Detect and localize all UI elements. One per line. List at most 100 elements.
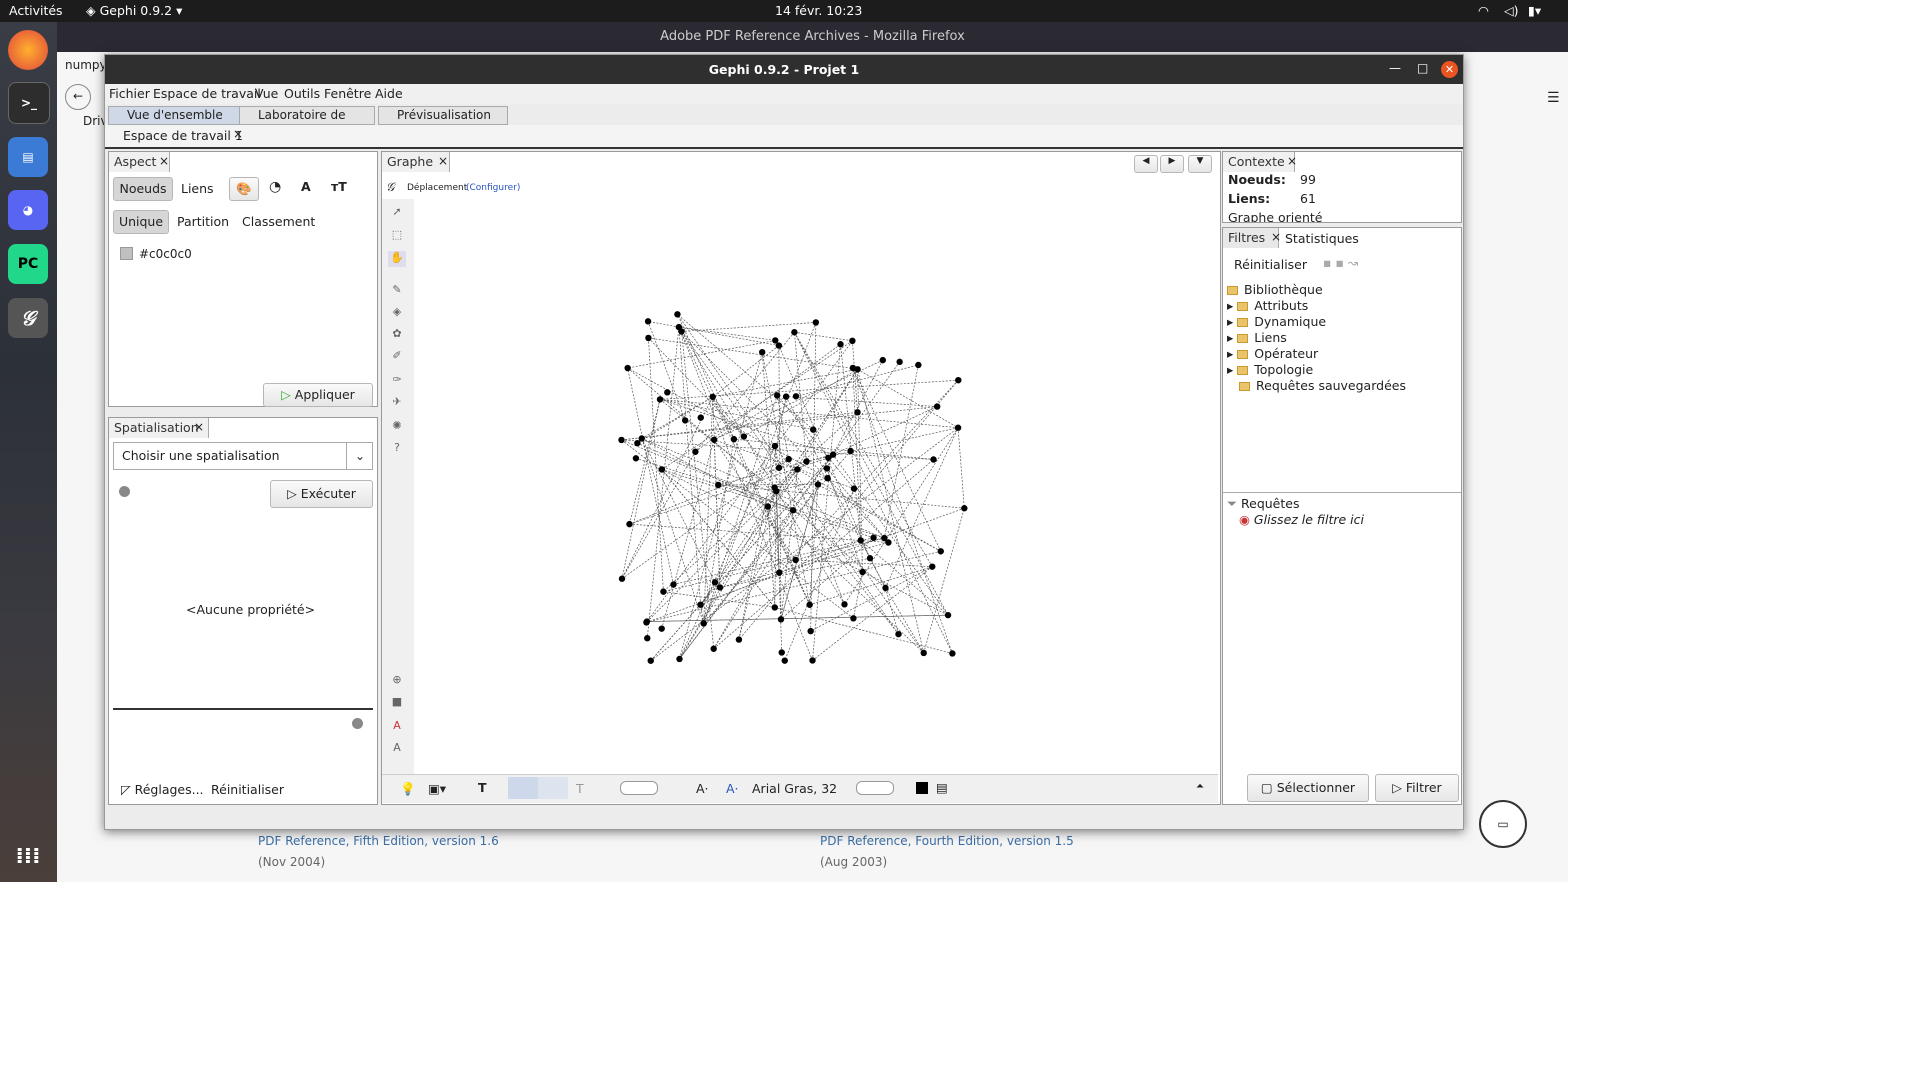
close-aspect-icon[interactable]: × <box>159 154 169 168</box>
graph-node[interactable] <box>837 341 844 348</box>
label-size-icon[interactable]: тT <box>331 179 347 194</box>
pencil-icon[interactable]: ✐ <box>388 349 406 365</box>
help-pointer-icon[interactable]: ? <box>388 441 406 457</box>
expand-icon[interactable]: ⏶ <box>1196 781 1204 792</box>
graph-node[interactable] <box>675 323 683 331</box>
plane-icon[interactable]: ✈ <box>388 395 406 411</box>
graph-node[interactable] <box>954 424 962 431</box>
graph-node[interactable] <box>711 579 719 586</box>
unique-tab[interactable]: Unique <box>113 210 169 234</box>
graph-node[interactable] <box>857 537 864 544</box>
graph-node[interactable] <box>933 403 941 410</box>
volume-icon[interactable]: ◁) <box>1504 3 1519 18</box>
graph-node[interactable] <box>915 361 922 369</box>
background-icon[interactable]: ■ <box>388 695 406 711</box>
graph-node[interactable] <box>961 505 968 512</box>
font-size-icon[interactable]: A <box>388 741 406 757</box>
graph-node[interactable] <box>658 625 665 632</box>
graph-node[interactable] <box>670 581 677 588</box>
label-color-icon[interactable]: A <box>301 179 311 194</box>
nav-right-icon[interactable]: ▶ <box>1160 155 1184 173</box>
graph-node[interactable] <box>896 358 903 366</box>
label-toggle[interactable] <box>620 781 658 795</box>
filter-button[interactable]: ▷ Filtrer <box>1375 774 1459 802</box>
graph-node[interactable] <box>850 485 858 492</box>
pdf-link-2[interactable]: PDF Reference, Fourth Edition, version 1… <box>820 834 1074 848</box>
graph-node[interactable] <box>810 426 817 433</box>
graph-node[interactable] <box>771 442 779 450</box>
tree-attributs[interactable]: ▸ Attributs <box>1227 298 1308 313</box>
menu-fichier[interactable]: Fichier <box>109 86 150 101</box>
menu-fenetre[interactable]: Fenêtre <box>324 86 371 101</box>
edge-pencil-icon[interactable]: ✑ <box>388 373 406 389</box>
pycharm-icon[interactable]: PC <box>8 244 48 284</box>
partition-tab[interactable]: Partition <box>177 214 229 229</box>
graph-node[interactable] <box>781 657 788 664</box>
settings-link[interactable]: ◸ Réglages... <box>121 782 204 797</box>
firefox-icon[interactable] <box>8 30 48 70</box>
paint-icon[interactable]: ✿ <box>388 327 406 343</box>
graph-node[interactable] <box>644 318 652 325</box>
tab-data-lab[interactable]: Laboratoire de données <box>239 106 375 139</box>
graph-node[interactable] <box>775 342 783 349</box>
graph-node[interactable] <box>944 611 952 619</box>
graph-node[interactable] <box>624 364 631 372</box>
graph-node[interactable] <box>618 436 625 444</box>
statistics-tab[interactable]: Statistiques <box>1285 231 1359 246</box>
graph-node[interactable] <box>658 466 666 473</box>
font-increase-icon[interactable]: A· <box>726 781 739 796</box>
graph-node[interactable] <box>676 655 683 663</box>
graph-node[interactable] <box>730 435 738 443</box>
library-node[interactable]: Bibliothèque <box>1227 282 1323 297</box>
tree-operateur[interactable]: ▸ Opérateur <box>1227 346 1318 361</box>
graph-node[interactable] <box>645 334 652 342</box>
reset-layout-button[interactable]: Réinitialiser <box>211 782 284 797</box>
tab-overview[interactable]: Vue d'ensemble <box>108 106 240 125</box>
app-menu[interactable]: ◈ Gephi 0.9.2 ▾ <box>86 3 182 18</box>
graph-node[interactable] <box>930 456 937 463</box>
chat-icon[interactable]: ▭ <box>1479 800 1527 848</box>
graph-node[interactable] <box>789 507 797 514</box>
graph-node[interactable] <box>791 329 798 336</box>
graph-node[interactable] <box>849 364 857 372</box>
screenshot-icon[interactable]: ▣▾ <box>428 781 446 796</box>
graph-node[interactable] <box>681 417 689 424</box>
graph-node[interactable] <box>849 337 856 345</box>
queries-node[interactable]: ⏷ Requêtes <box>1227 496 1299 512</box>
graph-node[interactable] <box>664 389 671 396</box>
chevron-down-icon[interactable]: ⌄ <box>346 443 373 469</box>
font-decrease-icon[interactable]: A· <box>696 781 709 796</box>
filters-reset-button[interactable]: Réinitialiser <box>1234 257 1307 272</box>
color-swatch[interactable] <box>120 247 133 260</box>
layout-select[interactable]: Choisir une spatialisation ⌄ <box>113 442 373 470</box>
info-icon[interactable] <box>352 718 363 729</box>
graph-node[interactable] <box>881 534 888 542</box>
tree-liens[interactable]: ▸ Liens <box>1227 330 1287 345</box>
graph-node[interactable] <box>656 396 664 403</box>
graph-node[interactable] <box>618 575 626 582</box>
graph-node[interactable] <box>866 555 874 562</box>
edges-toggle[interactable]: Liens <box>181 181 214 196</box>
maximize-icon[interactable]: □ <box>1417 61 1428 75</box>
menu-aide[interactable]: Aide <box>375 86 403 101</box>
tab-preview[interactable]: Prévisualisation <box>378 106 508 125</box>
graph-node[interactable] <box>841 601 848 608</box>
graph-node[interactable] <box>955 376 962 384</box>
graph-node[interactable] <box>764 503 772 510</box>
filter-tool-icons[interactable]: ▪ ▪ ↝ <box>1323 255 1358 270</box>
menu-espace[interactable]: Espace de travail <box>153 86 261 101</box>
graph-node[interactable] <box>785 455 792 463</box>
tree-saved-queries[interactable]: Requêtes sauvegardées <box>1239 378 1406 393</box>
nodes-toggle[interactable]: Noeuds <box>113 177 173 201</box>
edge-toggle-icon[interactable] <box>508 777 538 799</box>
graph-node[interactable] <box>807 627 814 635</box>
graph-node[interactable] <box>882 584 889 592</box>
graph-node[interactable] <box>644 634 651 642</box>
close-filters-icon[interactable]: × <box>1271 230 1281 244</box>
close-workspace-icon[interactable]: × <box>233 127 243 141</box>
graph-node[interactable] <box>850 615 857 622</box>
font-color-icon[interactable]: A <box>388 719 406 735</box>
brush-icon[interactable]: ✎ <box>388 283 406 299</box>
graph-node[interactable] <box>823 465 831 472</box>
graph-node[interactable] <box>709 393 716 401</box>
